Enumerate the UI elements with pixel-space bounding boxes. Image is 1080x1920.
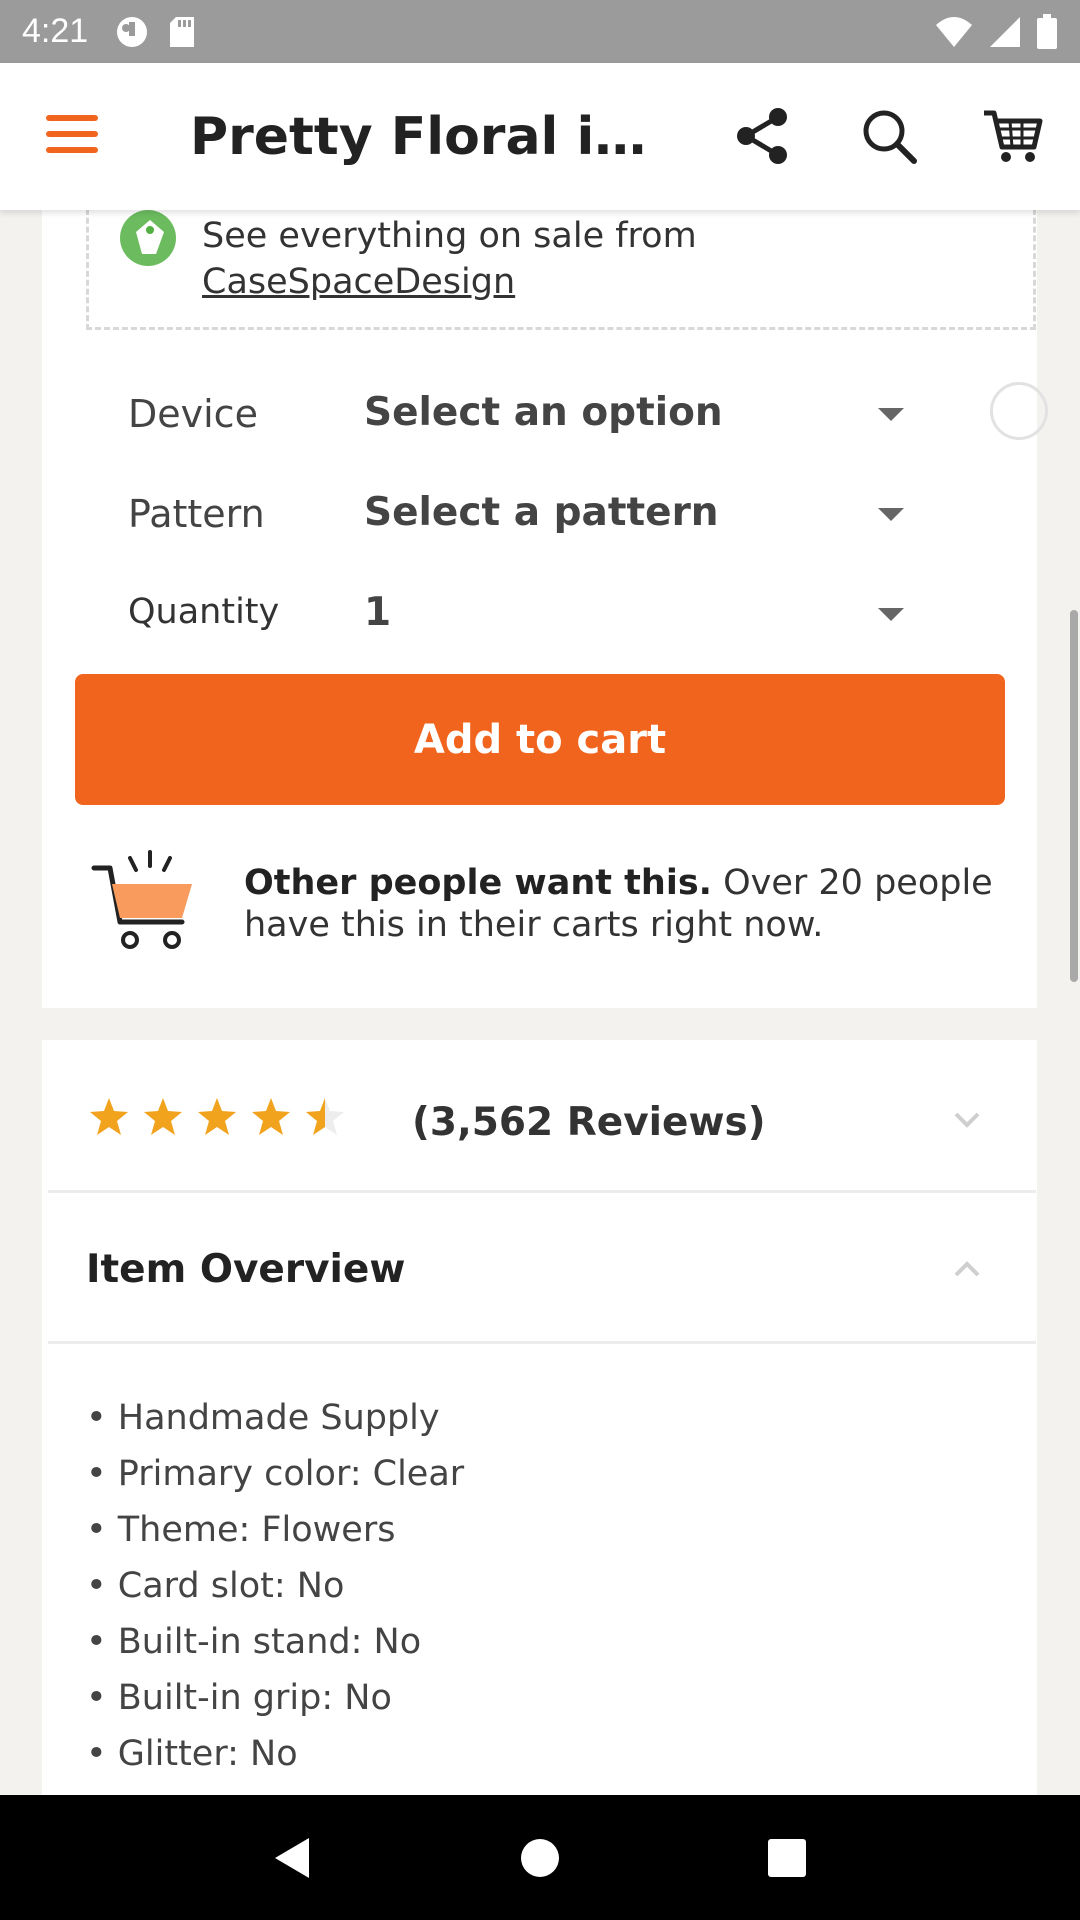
section-title: Item Overview (86, 1247, 406, 1292)
list-item: • Built-in grip: No (86, 1678, 392, 1718)
shopping-cart-icon (91, 850, 192, 949)
chevron-up-icon (954, 1261, 980, 1277)
option-label: Pattern (128, 492, 265, 536)
sd-card-icon (170, 16, 195, 47)
reviews-row[interactable]: (3,562 Reviews) (42, 1040, 1037, 1190)
rating-stars (88, 1096, 346, 1138)
list-item: • Handmade Supply (86, 1398, 440, 1438)
list-item: • Glitter: No (86, 1734, 298, 1774)
purchase-card: See everything on sale from CaseSpaceDes… (42, 200, 1048, 1008)
quantity-select[interactable]: 1 (364, 590, 391, 635)
shop-link[interactable]: CaseSpaceDesign (202, 258, 515, 306)
star-icon (144, 1098, 182, 1135)
cart-icon[interactable] (980, 103, 1046, 169)
battery-icon (1037, 13, 1057, 49)
option-row-device[interactable]: Device Select an option (42, 372, 1037, 462)
data-saver-icon (117, 16, 148, 47)
list-item: • Primary color: Clear (86, 1454, 465, 1494)
page-title: Pretty Floral iPhone Case (190, 107, 680, 167)
navigation-bar (0, 1795, 1080, 1920)
chevron-down-icon (954, 1112, 980, 1128)
option-label: Quantity (128, 592, 280, 632)
star-icon (198, 1098, 236, 1135)
menu-icon[interactable] (46, 115, 98, 157)
share-icon[interactable] (730, 103, 796, 169)
back-icon[interactable] (263, 1828, 323, 1888)
option-row-pattern[interactable]: Pattern Select a pattern (42, 472, 1037, 562)
home-icon[interactable] (510, 1828, 570, 1888)
list-item: • Theme: Flowers (86, 1510, 396, 1550)
star-icon (252, 1098, 290, 1135)
chevron-down-icon (878, 508, 904, 521)
list-item: • Card slot: No (86, 1566, 345, 1606)
status-bar: 4:21 (0, 0, 1080, 63)
half-star-icon (306, 1098, 344, 1135)
status-left-icons (114, 14, 196, 50)
list-item: • Built-in stand: No (86, 1622, 422, 1662)
sale-tag-icon (120, 210, 176, 266)
cart-demand-bold: Other people want this. (244, 863, 712, 903)
star-icon (90, 1098, 128, 1135)
cart-demand-message: Other people want this. Over 20 people h… (244, 862, 1004, 946)
signal-icon (990, 16, 1020, 47)
item-overview-header[interactable]: Item Overview (42, 1193, 1037, 1341)
pattern-select[interactable]: Select a pattern (364, 490, 719, 535)
item-overview-list: • Handmade Supply • Primary color: Clear… (86, 1390, 986, 1782)
app-bar: Pretty Floral iPhone Case (0, 63, 1080, 210)
sale-banner-text: See everything on sale from (202, 216, 697, 256)
reviews-count: (3,562 Reviews) (412, 1100, 766, 1145)
option-row-quantity[interactable]: Quantity 1 (42, 572, 1037, 662)
chevron-down-icon (878, 408, 904, 421)
details-card: (3,562 Reviews) Item Overview • Handmade… (42, 1040, 1037, 1800)
recents-icon[interactable] (757, 1828, 817, 1888)
search-icon[interactable] (856, 103, 922, 169)
status-time: 4:21 (22, 12, 89, 50)
status-right-icons (934, 13, 1058, 50)
chevron-down-icon (878, 608, 904, 621)
device-select[interactable]: Select an option (364, 390, 723, 435)
add-to-cart-button[interactable]: Add to cart (75, 674, 1005, 805)
wifi-icon (936, 16, 972, 47)
divider (48, 1341, 1036, 1344)
loading-spinner (990, 382, 1048, 440)
option-label: Device (128, 392, 258, 436)
scrollbar[interactable] (1070, 610, 1078, 982)
